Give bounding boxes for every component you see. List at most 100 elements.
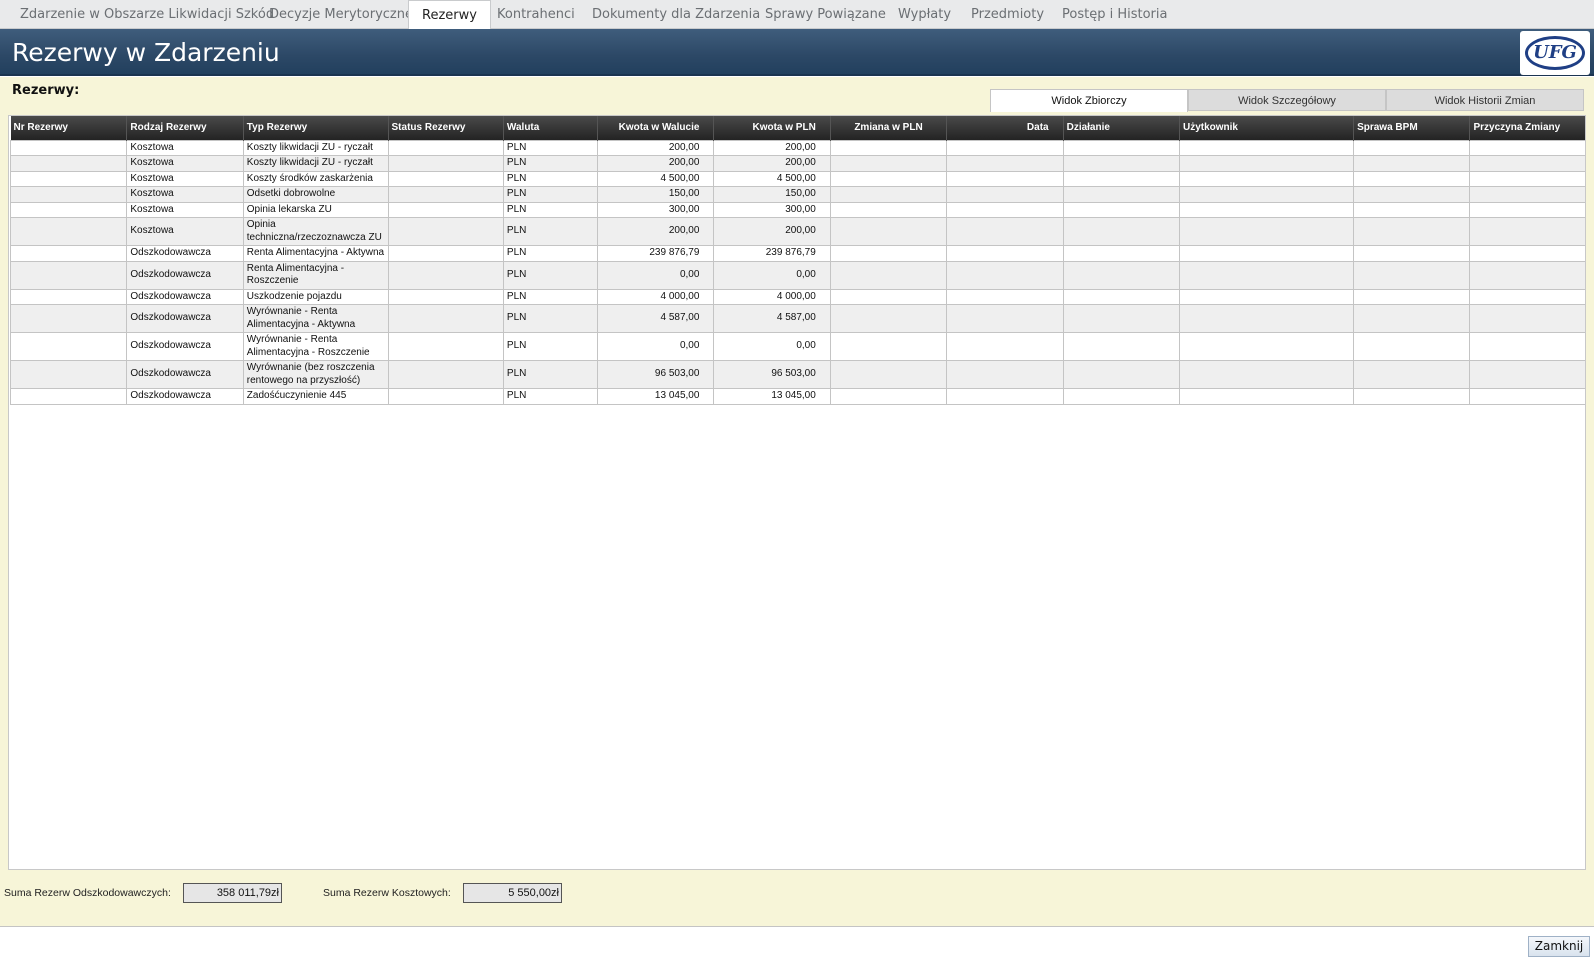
view-tab-historia-zmian[interactable]: Widok Historii Zmian — [1386, 89, 1584, 111]
tab-postep-historia[interactable]: Postęp i Historia — [1062, 0, 1167, 29]
cell-uzytkownik — [1178, 245, 1355, 262]
cell-nr — [9, 288, 128, 305]
tab-kontrahenci[interactable]: Kontrahenci — [497, 0, 575, 29]
cell-status — [387, 304, 504, 333]
cell-nr — [9, 155, 128, 172]
sum-odszkodowawcze-label: Suma Rezerw Odszkodowawczych: — [4, 887, 171, 899]
column-header[interactable]: Kwota w Walucie — [597, 116, 715, 140]
tab-sprawy-powiazane[interactable]: Sprawy Powiązane — [765, 0, 886, 29]
cell-rodzaj: Kosztowa — [126, 139, 244, 156]
cell-data — [946, 360, 1064, 389]
cell-waluta: PLN — [502, 304, 599, 333]
table-row[interactable]: Odszkodowawcza Renta Alimentacyjna - Rosz… — [9, 260, 1585, 290]
cell-status — [387, 332, 504, 361]
cell-data — [946, 388, 1064, 405]
column-header[interactable]: Użytkownik — [1179, 116, 1355, 140]
cell-waluta: PLN — [502, 260, 599, 290]
cell-status — [387, 217, 504, 246]
sum-kosztowe-label: Suma Rezerw Kosztowych: — [323, 887, 451, 899]
cell-rodzaj: Odszkodowawcza — [126, 388, 244, 405]
cell-status — [387, 388, 504, 405]
cell-przyczyna — [1469, 170, 1585, 187]
table-row[interactable]: Odszkodowawcza Wyrównanie (bez roszczenia… — [9, 360, 1585, 389]
tab-wyplaty[interactable]: Wypłaty — [898, 0, 951, 29]
column-header[interactable]: Data — [946, 116, 1064, 140]
cell-kwota-waluta: 200,00 — [597, 155, 715, 172]
cell-typ: Uszkodzenie pojazdu — [242, 288, 389, 305]
tab-przedmioty[interactable]: Przedmioty — [971, 0, 1044, 29]
cell-zmiana — [829, 332, 948, 361]
cell-kwota-pln: 200,00 — [713, 155, 831, 172]
column-header[interactable]: Kwota w PLN — [713, 116, 831, 140]
column-header[interactable]: Nr Rezerwy — [10, 116, 128, 140]
table-row[interactable]: Odszkodowawcza Wyrównanie - Renta Aliment… — [9, 304, 1585, 333]
cell-uzytkownik — [1178, 155, 1355, 172]
table-row[interactable]: Kosztowa Koszty likwidacji ZU - ryczałt PL… — [9, 139, 1585, 156]
cell-uzytkownik — [1178, 388, 1355, 405]
cell-kwota-waluta: 300,00 — [597, 201, 715, 218]
table-row[interactable]: Kosztowa Koszty środków zaskarżenia PLN 4 5… — [9, 170, 1585, 187]
view-tab-zbiorczy[interactable]: Widok Zbiorczy — [990, 89, 1188, 112]
cell-przyczyna — [1469, 186, 1585, 203]
table-row[interactable]: Kosztowa Odsetki dobrowolne PLN 150,00 150,0… — [9, 186, 1585, 203]
cell-zmiana — [829, 304, 948, 333]
cell-uzytkownik — [1178, 186, 1355, 203]
cell-sprawa — [1353, 201, 1471, 218]
cell-status — [387, 201, 504, 218]
cell-waluta: PLN — [502, 201, 599, 218]
cell-dzialanie — [1062, 139, 1180, 156]
column-header[interactable]: Rodzaj Rezerwy — [126, 116, 244, 140]
cell-uzytkownik — [1178, 360, 1355, 389]
ufg-logo: UFG — [1520, 31, 1590, 75]
cell-uzytkownik — [1178, 304, 1355, 333]
cell-dzialanie — [1062, 245, 1180, 262]
sums-bar: Suma Rezerw Odszkodowawczych: 358 011,79… — [0, 880, 1594, 910]
cell-dzialanie — [1062, 186, 1180, 203]
column-header[interactable]: Sprawa BPM — [1353, 116, 1471, 140]
tab-zdarzenie[interactable]: Zdarzenie w Obszarze Likwidacji Szkód — [20, 0, 274, 29]
table-row[interactable]: Odszkodowawcza Wyrównanie - Renta Aliment… — [9, 332, 1585, 361]
column-header[interactable]: Zmiana w PLN — [830, 116, 948, 140]
cell-kwota-pln: 4 000,00 — [713, 288, 831, 305]
reserves-grid-container: Nr Rezerwy Rodzaj Rezerwy Typ Rezerwy St… — [8, 115, 1586, 870]
page-title: Rezerwy w Zdarzeniu — [12, 38, 280, 67]
close-button[interactable]: Zamknij — [1528, 936, 1590, 957]
cell-uzytkownik — [1178, 139, 1355, 156]
cell-dzialanie — [1062, 170, 1180, 187]
cell-zmiana — [829, 288, 948, 305]
sum-odszkodowawcze-field[interactable]: 358 011,79zł — [183, 883, 282, 903]
table-row[interactable]: Kosztowa Opinia techniczna/rzeczoznawcza … — [9, 217, 1585, 246]
cell-rodzaj: Odszkodowawcza — [126, 245, 244, 262]
reserves-table: Nr Rezerwy Rodzaj Rezerwy Typ Rezerwy St… — [9, 116, 1585, 405]
tab-dokumenty[interactable]: Dokumenty dla Zdarzenia — [592, 0, 760, 29]
column-header[interactable]: Waluta — [503, 116, 599, 140]
column-header[interactable]: Status Rezerwy — [388, 116, 504, 140]
cell-kwota-waluta: 13 045,00 — [597, 388, 715, 405]
view-tab-bar: Widok Zbiorczy Widok Szczegółowy Widok H… — [990, 89, 1591, 112]
cell-uzytkownik — [1178, 332, 1355, 361]
cell-waluta: PLN — [502, 245, 599, 262]
view-tab-szczegolowy[interactable]: Widok Szczegółowy — [1188, 89, 1386, 111]
table-header-row: Nr Rezerwy Rodzaj Rezerwy Typ Rezerwy St… — [10, 116, 1585, 140]
tab-decyzje-merytoryczne[interactable]: Decyzje Merytoryczne — [269, 0, 413, 29]
cell-zmiana — [829, 170, 948, 187]
cell-status — [387, 260, 504, 290]
cell-nr — [9, 260, 128, 290]
table-row[interactable]: Odszkodowawcza Zadośćuczynienie 445 PLN 13 … — [9, 388, 1585, 405]
cell-przyczyna — [1469, 260, 1585, 290]
cell-kwota-pln: 96 503,00 — [713, 360, 831, 389]
cell-kwota-waluta: 200,00 — [597, 217, 715, 246]
column-header[interactable]: Działanie — [1063, 116, 1180, 140]
table-row[interactable]: Kosztowa Opinia lekarska ZU PLN 300,00 300,0… — [9, 201, 1585, 218]
sum-kosztowe-field[interactable]: 5 550,00zł — [463, 883, 562, 903]
table-row[interactable]: Kosztowa Koszty likwidacji ZU - ryczałt PL… — [9, 155, 1585, 172]
column-header[interactable]: Przyczyna Zmiany — [1469, 116, 1585, 140]
cell-uzytkownik — [1178, 201, 1355, 218]
table-row[interactable]: Odszkodowawcza Uszkodzenie pojazdu PLN 4 00… — [9, 288, 1585, 305]
tab-rezerwy[interactable]: Rezerwy — [408, 0, 491, 30]
table-row[interactable]: Odszkodowawcza Renta Alimentacyjna - Akty… — [9, 245, 1585, 262]
column-header[interactable]: Typ Rezerwy — [243, 116, 389, 140]
cell-nr — [9, 139, 128, 156]
cell-data — [946, 170, 1064, 187]
cell-rodzaj: Kosztowa — [126, 186, 244, 203]
